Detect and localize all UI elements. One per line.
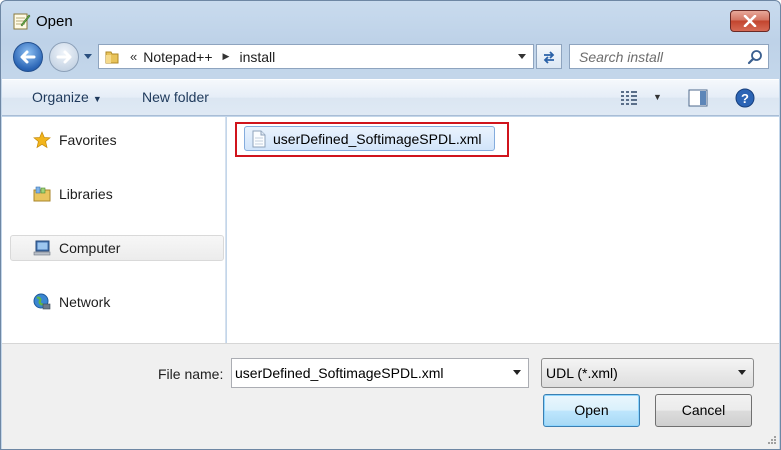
sidebar-item-label: Favorites [59, 132, 117, 148]
search-input[interactable] [570, 45, 740, 68]
arrow-left-icon [20, 50, 36, 64]
close-icon [743, 15, 757, 27]
sidebar-item-label: Libraries [59, 186, 113, 202]
preview-pane-icon[interactable] [688, 89, 708, 107]
libraries-icon [33, 186, 51, 202]
sidebar-item-network[interactable]: Network [2, 289, 226, 315]
arrow-right-icon [56, 50, 72, 64]
cancel-button[interactable]: Cancel [655, 394, 752, 427]
chevron-down-icon: ▼ [92, 94, 102, 104]
search-box[interactable] [569, 44, 769, 69]
file-type-value: UDL (*.xml) [546, 365, 618, 381]
back-button[interactable] [13, 42, 43, 72]
forward-button[interactable] [49, 42, 79, 72]
notepad-app-icon [13, 13, 31, 30]
file-name-label: File name: [158, 366, 224, 382]
folder-icon [105, 51, 119, 63]
sidebar-item-libraries[interactable]: Libraries [2, 181, 226, 207]
organize-label: Organize [32, 89, 89, 105]
list-item[interactable]: userDefined_SoftimageSPDL.xml [244, 126, 495, 151]
file-name-input[interactable] [232, 359, 502, 387]
xml-file-icon [252, 130, 266, 148]
chevron-down-icon[interactable] [517, 54, 527, 60]
sidebar-item-computer[interactable]: Computer [2, 235, 226, 261]
close-button[interactable] [730, 10, 770, 32]
command-bar: Organize ▼ New folder ▼ ? [2, 79, 779, 116]
address-bar[interactable]: « Notepad++ ▶ install [98, 44, 534, 69]
help-icon[interactable]: ? [735, 88, 755, 108]
breadcrumb-install[interactable]: install [239, 49, 275, 65]
dialog-footer: File name: UDL (*.xml) Open Cancel [2, 343, 779, 449]
recent-pages-dropdown-icon[interactable] [83, 53, 93, 60]
sidebar-item-favorites[interactable]: Favorites [2, 127, 226, 153]
sidebar-item-label: Computer [59, 240, 121, 256]
refresh-icon [543, 50, 555, 64]
refresh-button[interactable] [536, 44, 562, 69]
window-title: Open [36, 13, 73, 30]
file-name-combo[interactable] [231, 358, 529, 388]
address-overflow-chevron[interactable]: « [130, 49, 137, 64]
computer-icon [33, 240, 51, 256]
open-button[interactable]: Open [543, 394, 640, 427]
breadcrumb-notepadpp[interactable]: Notepad++ [143, 49, 212, 65]
sidebar-item-label: Network [59, 294, 111, 310]
new-folder-button[interactable]: New folder [142, 89, 209, 105]
chevron-down-icon [738, 370, 746, 375]
breadcrumb-separator-icon[interactable]: ▶ [223, 51, 230, 62]
organize-menu[interactable]: Organize ▼ [32, 89, 102, 105]
svg-text:?: ? [741, 91, 749, 106]
file-type-select[interactable]: UDL (*.xml) [541, 358, 754, 388]
title-bar: Open [1, 1, 780, 39]
file-list[interactable]: userDefined_SoftimageSPDL.xml [227, 117, 779, 343]
navigation-bar: « Notepad++ ▶ install [1, 39, 780, 75]
navigation-pane: Favorites Libraries Computer Network [2, 117, 226, 343]
network-icon [33, 293, 51, 310]
resize-grip-icon[interactable] [765, 435, 777, 447]
chevron-down-icon[interactable] [512, 370, 522, 376]
star-icon [33, 131, 51, 149]
views-icon[interactable] [620, 90, 640, 106]
file-name: userDefined_SoftimageSPDL.xml [273, 131, 482, 147]
open-dialog: Open « Notepad++ ▶ install Search instal… [0, 0, 781, 450]
views-dropdown-icon[interactable]: ▼ [653, 92, 662, 102]
search-icon[interactable] [747, 49, 763, 65]
